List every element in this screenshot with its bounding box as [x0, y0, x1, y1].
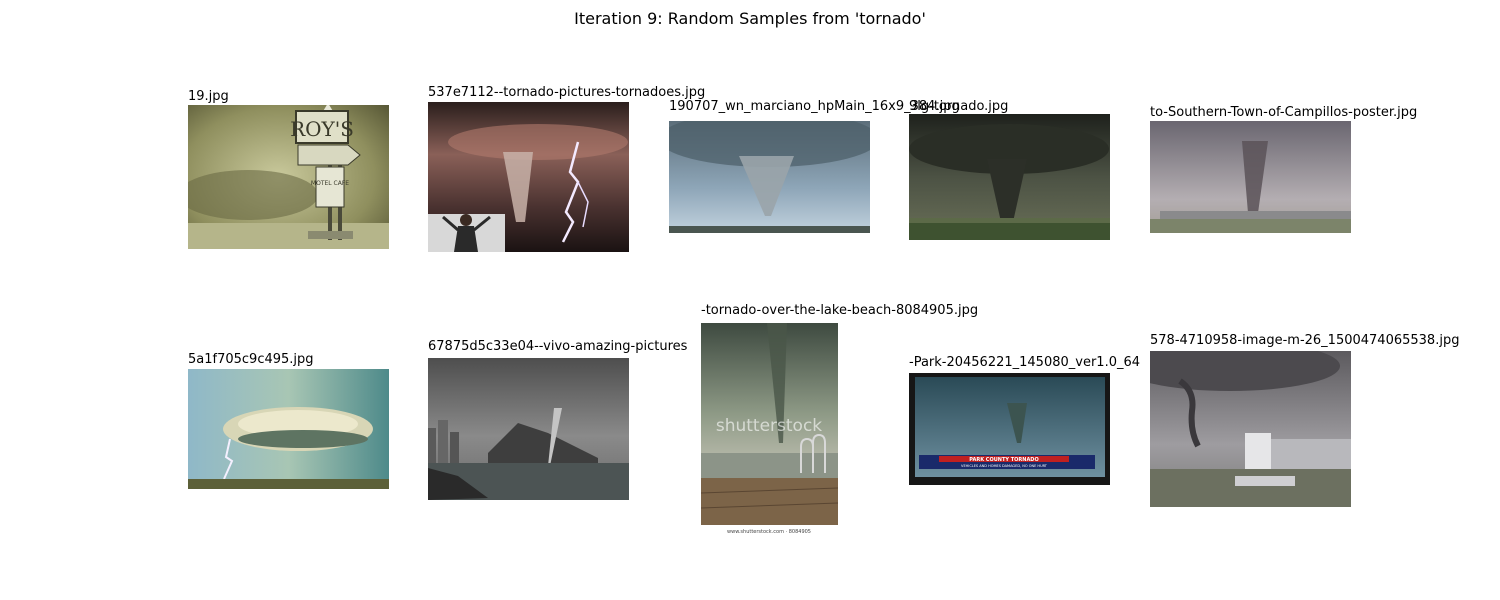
sign-text: ROY'S — [290, 117, 354, 141]
sample-image-waterspout-city — [428, 358, 629, 500]
sample-caption: 67875d5c33e04--vivo-amazing-pictures — [428, 339, 688, 354]
banner-subtitle: VEHICLES AND HOMES DAMAGED, NO ONE HURT — [961, 464, 1048, 468]
sample-image-tornado-lightning — [428, 102, 629, 252]
banner-title: PARK COUNTY TORNADO — [969, 457, 1038, 463]
sample-caption: 537e7112--tornado-pictures-tornadoes.jpg — [428, 85, 706, 100]
watermark-text: shutterstock — [716, 416, 822, 436]
watermark-footer: www.shutterstock.com · 8084905 — [727, 529, 811, 535]
sample-caption: 9lg-tornado.jpg — [909, 99, 1009, 114]
sample-image-motel-sign: ROY'S MOTEL CAFE — [188, 105, 389, 249]
sample-image-park-county-news: PARK COUNTY TORNADO VEHICLES AND HOMES D… — [909, 373, 1110, 485]
figure-title: Iteration 9: Random Samples from 'tornad… — [574, 9, 926, 28]
sample-image-supercell — [188, 369, 389, 489]
sample-caption: 19.jpg — [188, 89, 229, 104]
sample-image-funnel-cloud — [669, 121, 870, 233]
sample-caption: 578-4710958-image-m-26_1500474065538.jpg — [1150, 333, 1460, 348]
sign-sub-text: MOTEL CAFE — [311, 180, 349, 187]
sample-image-campillos-tornado — [1150, 121, 1351, 233]
sample-caption: -tornado-over-the-lake-beach-8084905.jpg — [701, 303, 979, 318]
sample-caption: 5a1f705c9c495.jpg — [188, 352, 314, 367]
sample-caption: -Park-20456221_145080_ver1.0_64 — [909, 355, 1141, 370]
sample-image-lake-beach-tornado: shutterstock www.shutterstock.com · 8084… — [701, 323, 838, 536]
sample-image-roadside-tornado — [1150, 351, 1351, 507]
sample-image-dark-tornado — [909, 114, 1110, 240]
sample-caption: to-Southern-Town-of-Campillos-poster.jpg — [1150, 105, 1418, 120]
